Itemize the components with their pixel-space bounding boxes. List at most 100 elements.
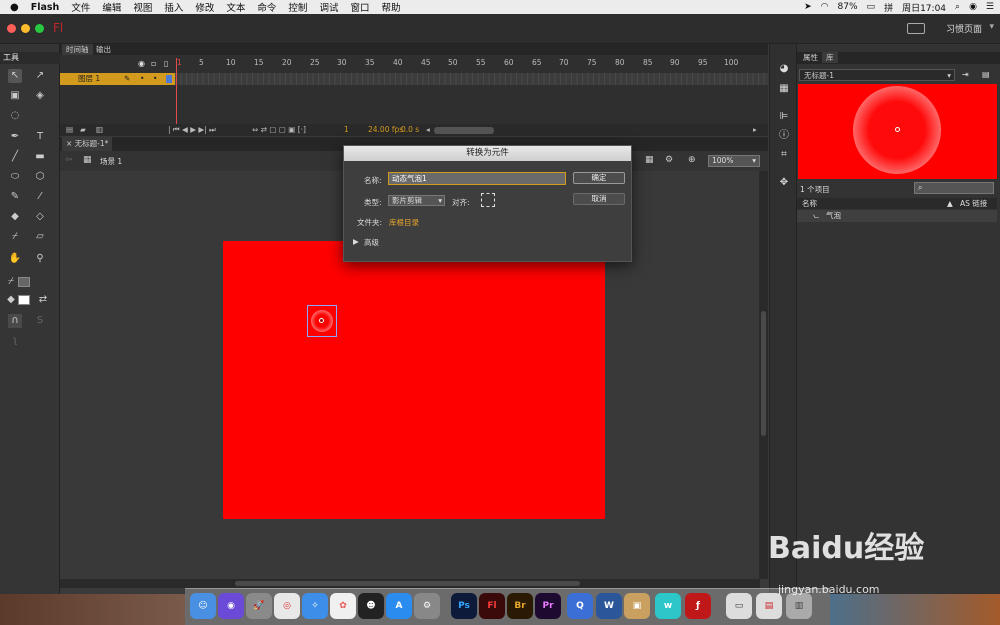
- notification-icon[interactable]: ☰: [986, 2, 994, 12]
- oval-tool-icon[interactable]: ⬭: [8, 170, 22, 184]
- chrome-icon[interactable]: ◎: [274, 593, 300, 619]
- visible-dot[interactable]: •: [140, 73, 144, 85]
- new-library-icon[interactable]: ▤: [982, 70, 990, 79]
- library-search-input[interactable]: ⌕: [914, 182, 994, 194]
- rectangle-tool-icon[interactable]: ▬: [33, 150, 47, 164]
- workspace-icon[interactable]: [907, 23, 925, 34]
- system-preferences-icon[interactable]: ⚙: [414, 593, 440, 619]
- scroll-right-icon[interactable]: ▸: [753, 124, 757, 136]
- vertical-scrollbar[interactable]: [759, 171, 768, 579]
- photoshop-icon[interactable]: Ps: [451, 593, 477, 619]
- quicktime-icon[interactable]: Q: [567, 593, 593, 619]
- align-icon[interactable]: ⊫: [777, 110, 791, 124]
- col-as-link[interactable]: AS 链接: [960, 198, 987, 209]
- input-method-icon[interactable]: 拼: [884, 1, 893, 14]
- library-item[interactable]: ⦦ 气泡: [797, 210, 997, 222]
- siri-icon[interactable]: ◉: [218, 593, 244, 619]
- transform-point[interactable]: [319, 318, 324, 323]
- eye-icon[interactable]: ◉: [138, 59, 145, 68]
- brush-icon[interactable]: ⁄: [33, 190, 47, 204]
- lock-dot[interactable]: •: [153, 73, 157, 85]
- zoom-window-button[interactable]: [35, 24, 44, 33]
- apple-menu-icon[interactable]: ●: [10, 2, 19, 13]
- word-icon[interactable]: W: [596, 593, 622, 619]
- snap-magnet-icon[interactable]: ∩: [8, 314, 22, 328]
- scene-label[interactable]: 场景 1: [100, 156, 122, 167]
- tab-timeline[interactable]: 时间轴: [62, 44, 93, 55]
- color-palette-icon[interactable]: ◕: [777, 62, 791, 76]
- current-frame[interactable]: 1: [344, 124, 349, 136]
- eraser-icon[interactable]: ▱: [33, 230, 47, 244]
- qq-icon[interactable]: ☻: [358, 593, 384, 619]
- stroke-color-icon[interactable]: ⌿: [4, 275, 18, 289]
- onion-skin-icons[interactable]: ⇔ ⇄ ▢ ▢ ▣ [·]: [252, 124, 306, 136]
- zoom-select[interactable]: 100% ▾: [708, 155, 760, 167]
- horizontal-scrollbar[interactable]: [60, 579, 760, 588]
- straighten-icon[interactable]: ʅ: [8, 334, 22, 348]
- fill-color-icon[interactable]: ◆: [4, 293, 18, 307]
- close-icon[interactable]: ×: [66, 139, 72, 148]
- flash-icon[interactable]: Fl: [479, 593, 505, 619]
- display-icon[interactable]: ▭: [726, 593, 752, 619]
- outline-icon[interactable]: ▯: [164, 59, 168, 68]
- subselection-tool-icon[interactable]: ↗: [33, 69, 47, 83]
- search-icon[interactable]: ⌕: [955, 2, 960, 12]
- menu-window[interactable]: 窗口: [350, 0, 369, 14]
- registration-grid[interactable]: [481, 193, 495, 207]
- selection-tool-icon[interactable]: ↖: [8, 69, 22, 83]
- frame-ruler[interactable]: 1 5 10 15 20 25 30 35 40 45 50 55 60 65 …: [175, 58, 768, 70]
- app-store-icon[interactable]: A: [386, 593, 412, 619]
- close-window-button[interactable]: [7, 24, 16, 33]
- menu-commands[interactable]: 命令: [257, 0, 276, 14]
- flash-player-icon[interactable]: ƒ: [685, 593, 711, 619]
- premiere-icon[interactable]: Pr: [535, 593, 561, 619]
- send-icon[interactable]: ➤: [804, 2, 812, 12]
- pin-icon[interactable]: ⇥: [962, 70, 969, 79]
- menu-insert[interactable]: 插入: [164, 0, 183, 14]
- pen-icon[interactable]: ✒: [8, 130, 22, 144]
- stage[interactable]: [223, 241, 605, 519]
- new-folder-icon[interactable]: ▰: [80, 124, 86, 136]
- symbol-name-field[interactable]: [388, 172, 566, 185]
- menu-text[interactable]: 文本: [226, 0, 245, 14]
- menu-file[interactable]: 文件: [71, 0, 90, 14]
- back-arrow-icon[interactable]: ⇦: [65, 155, 73, 165]
- playhead[interactable]: [176, 58, 180, 124]
- battery-icon[interactable]: ▭: [867, 2, 876, 12]
- launchpad-icon[interactable]: 🚀: [246, 593, 272, 619]
- messenger-icon[interactable]: w: [655, 593, 681, 619]
- center-stage-icon[interactable]: ⊕: [688, 155, 696, 165]
- paint-bucket-icon[interactable]: ◆: [8, 210, 22, 224]
- workspace-switcher[interactable]: 习惯页面: [946, 22, 982, 35]
- stroke-color-swatch[interactable]: [18, 277, 30, 287]
- photos-icon[interactable]: ✿: [330, 593, 356, 619]
- library-document-select[interactable]: 无标题-1 ▾: [799, 69, 955, 81]
- edit-scene-icon[interactable]: ▦: [645, 155, 654, 165]
- components-icon[interactable]: ✥: [777, 176, 791, 190]
- ink-bottle-icon[interactable]: ◇: [33, 210, 47, 224]
- lock-icon[interactable]: ▫: [151, 59, 156, 68]
- eyedropper-icon[interactable]: ⌿: [8, 230, 22, 244]
- safari-icon[interactable]: ✧: [302, 593, 328, 619]
- clock[interactable]: 周日17:04: [902, 1, 946, 14]
- cancel-button[interactable]: 取消: [573, 193, 625, 205]
- chevron-down-icon[interactable]: ▾: [989, 22, 994, 32]
- siri-icon[interactable]: ◉: [969, 2, 977, 12]
- scroll-left-icon[interactable]: ◂: [426, 124, 430, 136]
- delete-layer-icon[interactable]: ▥: [96, 124, 103, 136]
- timeline-scrollbar[interactable]: [434, 127, 494, 134]
- lasso-icon[interactable]: ◌: [8, 109, 22, 123]
- app-menu[interactable]: Flash: [31, 2, 60, 13]
- swap-colors-icon[interactable]: ⇄: [36, 293, 50, 307]
- new-layer-icon[interactable]: ▤: [66, 124, 73, 136]
- menu-view[interactable]: 视图: [133, 0, 152, 14]
- tab-output[interactable]: 输出: [92, 44, 115, 55]
- scroll-thumb[interactable]: [235, 581, 580, 586]
- polystar-tool-icon[interactable]: ⬡: [33, 170, 47, 184]
- finder-icon[interactable]: ☺: [190, 593, 216, 619]
- playback-controls[interactable]: | ⏮ ◀ ▶ ▶| ⏭: [168, 124, 216, 136]
- wifi-icon[interactable]: ◠: [821, 2, 829, 12]
- frame-rate[interactable]: 24.00 fps: [368, 124, 403, 136]
- text-tool-icon[interactable]: T: [33, 130, 47, 144]
- sort-icon[interactable]: ▲: [947, 198, 953, 209]
